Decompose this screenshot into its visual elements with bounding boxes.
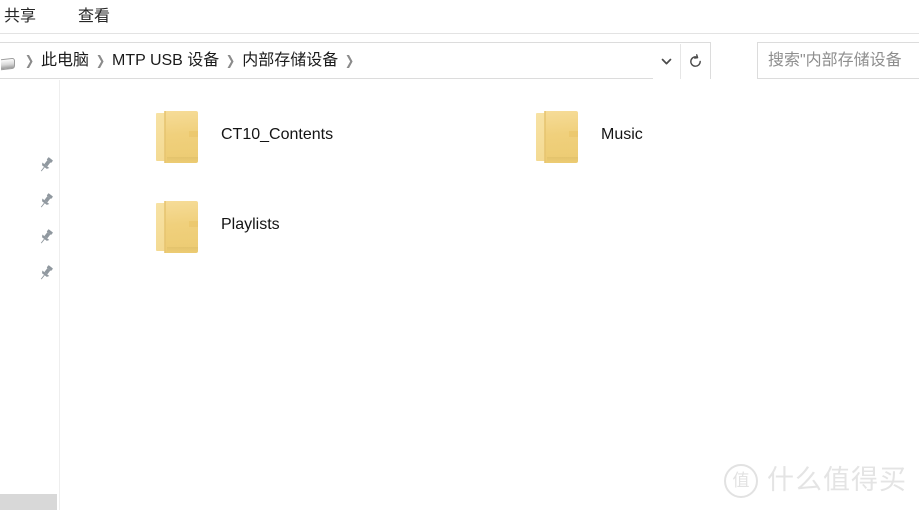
pin-icon (40, 193, 53, 208)
list-item-label: CT10_Contents (221, 126, 334, 143)
list-item[interactable]: Music (533, 100, 643, 170)
computer-icon (1, 51, 21, 71)
address-bar[interactable]: ❯ 此电脑 ❯ MTP USB 设备 ❯ 内部存储设备 ❯ (0, 42, 711, 79)
search-box[interactable]: 搜索"内部存储设备 (757, 42, 919, 79)
tab-share[interactable]: 共享 (4, 5, 36, 29)
tab-view[interactable]: 查看 (78, 5, 110, 29)
sidebar-horizontal-scrollbar[interactable] (0, 494, 59, 510)
list-item-label: Playlists (221, 216, 280, 233)
watermark-text: 什么值得买 (767, 465, 907, 496)
list-item[interactable]: CT10_Contents (153, 100, 333, 170)
breadcrumb-separator-icon: ❯ (226, 53, 236, 68)
pin-icon (40, 265, 53, 280)
sidebar-pin-item[interactable] (36, 155, 56, 175)
chevron-down-icon[interactable] (653, 44, 680, 79)
breadcrumb-separator-icon: ❯ (95, 53, 106, 68)
ribbon-tab-strip: 共享 查看 (0, 0, 919, 34)
sidebar-pin-item[interactable] (36, 227, 56, 247)
breadcrumb-separator-icon[interactable]: ❯ (343, 54, 357, 67)
address-bar-row: ❯ 此电脑 ❯ MTP USB 设备 ❯ 内部存储设备 ❯ 搜索"内部存储设备 (0, 42, 919, 79)
breadcrumb-item-mtp-usb-device[interactable]: MTP USB 设备 (109, 49, 222, 73)
refresh-icon[interactable] (680, 44, 710, 79)
address-bar-controls (653, 43, 710, 80)
breadcrumb-separator-icon: ❯ (24, 53, 35, 68)
file-list-pane[interactable]: CT10_Contents Music Playlists 值 什么值得买 (60, 80, 919, 510)
sidebar-pin-item[interactable] (36, 263, 56, 283)
breadcrumb-item-this-pc[interactable]: 此电脑 (38, 49, 92, 73)
folder-icon (533, 107, 581, 163)
breadcrumb-item-internal-storage[interactable]: 内部存储设备 (239, 49, 341, 73)
scrollbar-thumb[interactable] (0, 494, 57, 510)
watermark: 值 什么值得买 (724, 464, 907, 498)
sidebar-pin-item[interactable] (36, 191, 56, 211)
pin-icon (40, 229, 53, 244)
search-input[interactable]: 搜索"内部存储设备 (758, 51, 902, 71)
list-item[interactable]: Playlists (153, 190, 280, 260)
list-item-label: Music (601, 126, 643, 143)
folder-icon (153, 197, 201, 253)
navigation-pane (0, 80, 59, 510)
watermark-logo: 值 (724, 464, 758, 498)
pin-icon (40, 157, 53, 172)
folder-icon (153, 107, 201, 163)
